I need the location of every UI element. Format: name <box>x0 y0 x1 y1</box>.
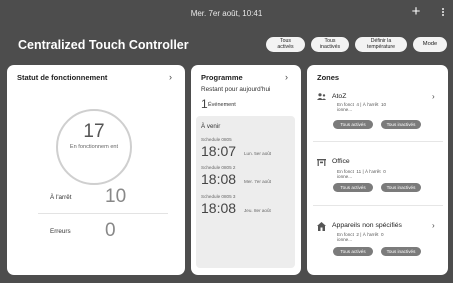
schedule-time[interactable]: 18:07 <box>201 143 236 159</box>
upcoming-panel: À venir Schedule 0805 18:07 Lun. 5er aoû… <box>196 116 295 268</box>
more-options-icon[interactable] <box>440 7 446 19</box>
running-count: 17 <box>83 121 105 142</box>
schedule-time[interactable]: 18:08 <box>201 171 236 187</box>
zone-on-button[interactable]: Tous activés <box>333 247 373 256</box>
status-datetime: Mer. 7er août, 10:41 <box>190 9 263 18</box>
upcoming-title: À venir <box>201 123 221 130</box>
group-icon <box>317 93 326 100</box>
set-temperature-button[interactable]: Définir la température <box>355 37 407 52</box>
schedule-date: Lun. 5er août <box>244 151 272 156</box>
divider <box>313 205 443 206</box>
schedule-date: Mer. 7er août <box>244 179 272 184</box>
schedule-name: Schedule 0805 2 <box>201 165 236 170</box>
errors-label: Erreurs <box>50 228 71 235</box>
zone-stats: En fonct 11 | À l'arrêt 0 ionne... <box>337 169 386 180</box>
schedule-name: Schedule 0805 3 <box>201 194 236 199</box>
zone-off-button[interactable]: Tous inactivés <box>381 183 421 192</box>
schedule-time[interactable]: 18:08 <box>201 200 236 216</box>
program-card-title: Programme <box>201 73 243 82</box>
program-card[interactable]: Programme › Restant pour aujourd'hui 1 É… <box>191 65 301 275</box>
all-on-button[interactable]: Tous activés <box>266 37 305 52</box>
schedule-date: Jeu. 8er août <box>244 208 271 213</box>
running-ring: 17 En fonctionnem ent <box>56 109 132 185</box>
schedule-name: Schedule 0805 <box>201 137 232 142</box>
status-card[interactable]: Statut de fonctionnement › 17 En fonctio… <box>7 65 185 275</box>
zone-name: Office <box>332 158 350 165</box>
stopped-count: 10 <box>105 186 127 207</box>
zone-on-button[interactable]: Tous activés <box>333 183 373 192</box>
divider <box>313 141 443 142</box>
status-card-title: Statut de fonctionnement <box>17 73 108 82</box>
zone-off-button[interactable]: Tous inactivés <box>381 247 421 256</box>
running-label: En fonctionnem ent <box>69 144 119 150</box>
all-off-button[interactable]: Tous inactivés <box>311 37 349 52</box>
house-icon <box>317 222 326 231</box>
today-label: Restant pour aujourd'hui <box>201 86 271 93</box>
add-icon[interactable]: + <box>409 4 423 19</box>
office-icon <box>317 159 326 166</box>
errors-count: 0 <box>105 220 116 241</box>
mode-button[interactable]: Mode <box>413 37 447 52</box>
zone-off-button[interactable]: Tous inactivés <box>381 120 421 129</box>
zones-card[interactable]: Zones AtoZ › En fonct 4 | À l'arrêt 10 io… <box>307 65 448 275</box>
zone-name: Appareils non spécifiés <box>332 222 402 229</box>
zone-on-button[interactable]: Tous activés <box>333 120 373 129</box>
today-unit: Événement <box>208 102 236 108</box>
chevron-right-icon[interactable]: › <box>432 221 435 230</box>
app-title: Centralized Touch Controller <box>18 38 189 52</box>
today-count: 1 <box>201 97 208 111</box>
chevron-right-icon[interactable]: › <box>432 92 435 101</box>
divider <box>38 213 168 214</box>
zone-stats: En fonct 2 | À l'arrêt 0 ionne... <box>337 232 384 243</box>
zones-card-title: Zones <box>317 73 340 82</box>
zone-stats: En fonct 4 | À l'arrêt 10 ionne... <box>337 102 387 113</box>
chevron-right-icon[interactable]: › <box>285 72 288 82</box>
stopped-label: À l'arrêt <box>50 194 72 201</box>
status-bar: Mer. 7er août, 10:41 + <box>0 0 453 30</box>
zone-name: AtoZ <box>332 93 347 100</box>
chevron-right-icon[interactable]: › <box>169 72 172 82</box>
